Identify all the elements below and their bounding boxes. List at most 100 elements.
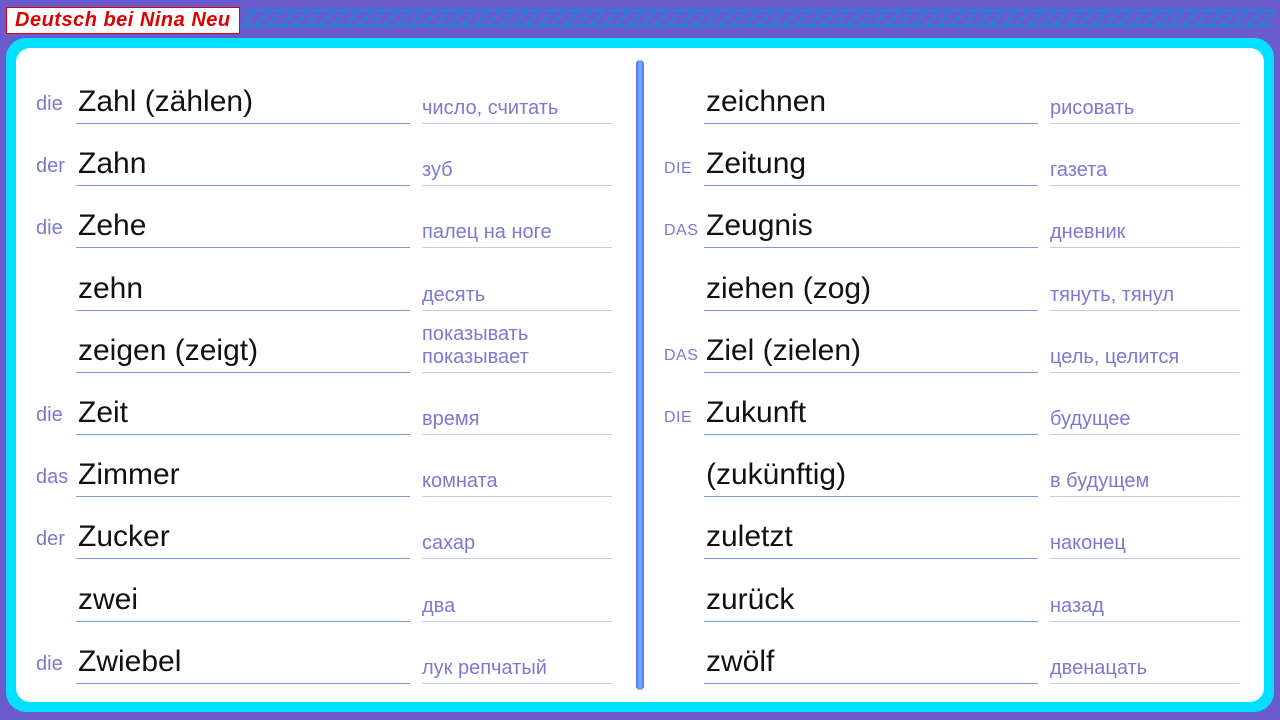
article-label: die	[36, 93, 76, 124]
vocab-entry: zeichnen рисовать	[664, 66, 1240, 124]
german-word: Zeit	[78, 396, 128, 429]
german-word-wrap: Zahl (zählen)	[76, 85, 410, 124]
vocab-entry: zeigen (zeigt) показывать показывает	[36, 315, 612, 373]
german-word-wrap: zurück	[704, 583, 1038, 622]
german-word: (zukünftig)	[706, 458, 846, 491]
translation: наконец	[1050, 532, 1240, 559]
german-word: Zukunft	[706, 396, 806, 429]
vocab-entry: dasZimmer комната	[36, 439, 612, 497]
translation: зуб	[422, 159, 612, 186]
translation: цель, целится	[1050, 346, 1240, 373]
translation: газета	[1050, 159, 1240, 186]
german-word-wrap: Zeit	[76, 396, 410, 435]
german-word-wrap: zeigen (zeigt)	[76, 334, 410, 373]
vocab-entry: derZahn зуб	[36, 128, 612, 186]
translation: двенацать	[1050, 657, 1240, 684]
article-label	[664, 551, 704, 559]
translation: время	[422, 408, 612, 435]
german-word-wrap: Zeitung	[704, 147, 1038, 186]
z-strip-decoration: ZZZZZZZZZZZZZZZZZZZZZZZZZZZZZZZZZZZZZZZZ…	[240, 6, 1274, 34]
page-title: Deutsch bei Nina Neu	[6, 7, 240, 34]
article-label	[36, 365, 76, 373]
vocab-entry: zurück назад	[664, 564, 1240, 622]
german-word: ziehen (zog)	[706, 272, 871, 305]
german-word-wrap: ziehen (zog)	[704, 272, 1038, 311]
german-word-wrap: Zucker	[76, 520, 410, 559]
german-word: zehn	[78, 272, 143, 305]
translation: сахар	[422, 532, 612, 559]
vocab-entry: derZucker сахар	[36, 501, 612, 559]
german-word-wrap: Zukunft	[704, 396, 1038, 435]
german-word: zwei	[78, 583, 138, 616]
german-word: zurück	[706, 583, 794, 616]
german-word: zwölf	[706, 645, 774, 678]
vocab-entry: dieZeit время	[36, 377, 612, 435]
content-wrap: dieZahl (zählen)число, считатьderZahnзуб…	[6, 38, 1274, 712]
translation: палец на ноге	[422, 221, 612, 248]
right-column: zeichnenрисоватьdieZeitungгазетаdasZeugn…	[644, 56, 1264, 694]
translation: назад	[1050, 595, 1240, 622]
german-word-wrap: Zeugnis	[704, 209, 1038, 248]
vocab-entry: zehn десять	[36, 253, 612, 311]
article-label: die	[664, 160, 704, 186]
vocab-entry: zweiдва	[36, 564, 612, 622]
translation: дневник	[1050, 221, 1240, 248]
german-word: zeigen (zeigt)	[78, 334, 258, 367]
translation: рисовать	[1050, 97, 1240, 124]
vocab-entry: dasZiel (zielen) цель, целится	[664, 315, 1240, 373]
translation: число, считать	[422, 97, 612, 124]
vocab-entry: dieZehe палец на ноге	[36, 190, 612, 248]
translation: лук репчатый	[422, 657, 612, 684]
vocab-entry: dasZeugnisдневник	[664, 190, 1240, 248]
german-word: Zahn	[78, 147, 146, 180]
vocab-entry: (zukünftig) в будущем	[664, 439, 1240, 497]
article-label	[664, 676, 704, 684]
article-label: die	[36, 404, 76, 435]
vocab-entry: dieZwiebelлук репчатый	[36, 626, 612, 684]
article-label	[664, 489, 704, 497]
article-label: die	[36, 217, 76, 248]
vocab-entry: dieZahl (zählen) число, считать	[36, 66, 612, 124]
german-word-wrap: zehn	[76, 272, 410, 311]
german-word: Zucker	[78, 520, 170, 553]
article-label	[664, 303, 704, 311]
german-word: Zwiebel	[78, 645, 181, 678]
article-label: der	[36, 155, 76, 186]
outer-frame: Deutsch bei Nina Neu ZZZZZZZZZZZZZZZZZZZ…	[0, 0, 1280, 720]
vocab-entry: zwölf двенацать	[664, 626, 1240, 684]
translation: в будущем	[1050, 470, 1240, 497]
translation: тянуть, тянул	[1050, 284, 1240, 311]
vocab-entry: ziehen (zog) тянуть, тянул	[664, 253, 1240, 311]
translation: комната	[422, 470, 612, 497]
german-word: Zehe	[78, 209, 146, 242]
column-divider	[636, 60, 644, 690]
article-label: die	[664, 409, 704, 435]
translation: показывать показывает	[422, 323, 612, 373]
german-word: Zeitung	[706, 147, 806, 180]
german-word-wrap: Zimmer	[76, 458, 410, 497]
german-word-wrap: zeichnen	[704, 85, 1038, 124]
german-word: Zahl (zählen)	[78, 85, 253, 118]
german-word: Ziel (zielen)	[706, 334, 861, 367]
white-panel: dieZahl (zählen)число, считатьderZahnзуб…	[16, 48, 1264, 702]
german-word-wrap: zuletzt	[704, 520, 1038, 559]
left-column: dieZahl (zählen)число, считатьderZahnзуб…	[16, 56, 636, 694]
article-label: das	[36, 466, 76, 497]
german-word-wrap: Zwiebel	[76, 645, 410, 684]
article-label: das	[664, 347, 704, 373]
article-label	[664, 116, 704, 124]
translation: десять	[422, 284, 612, 311]
german-word-wrap: Ziel (zielen)	[704, 334, 1038, 373]
german-word-wrap: Zehe	[76, 209, 410, 248]
vocab-entry: dieZukunftбудущее	[664, 377, 1240, 435]
german-word: Zimmer	[78, 458, 180, 491]
article-label: der	[36, 528, 76, 559]
vocab-entry: dieZeitung газета	[664, 128, 1240, 186]
german-word-wrap: zwei	[76, 583, 410, 622]
german-word: Zeugnis	[706, 209, 813, 242]
header-bar: Deutsch bei Nina Neu ZZZZZZZZZZZZZZZZZZZ…	[6, 6, 1274, 34]
article-label	[36, 303, 76, 311]
article-label	[36, 614, 76, 622]
german-word-wrap: zwölf	[704, 645, 1038, 684]
vocab-entry: zuletzt наконец	[664, 501, 1240, 559]
